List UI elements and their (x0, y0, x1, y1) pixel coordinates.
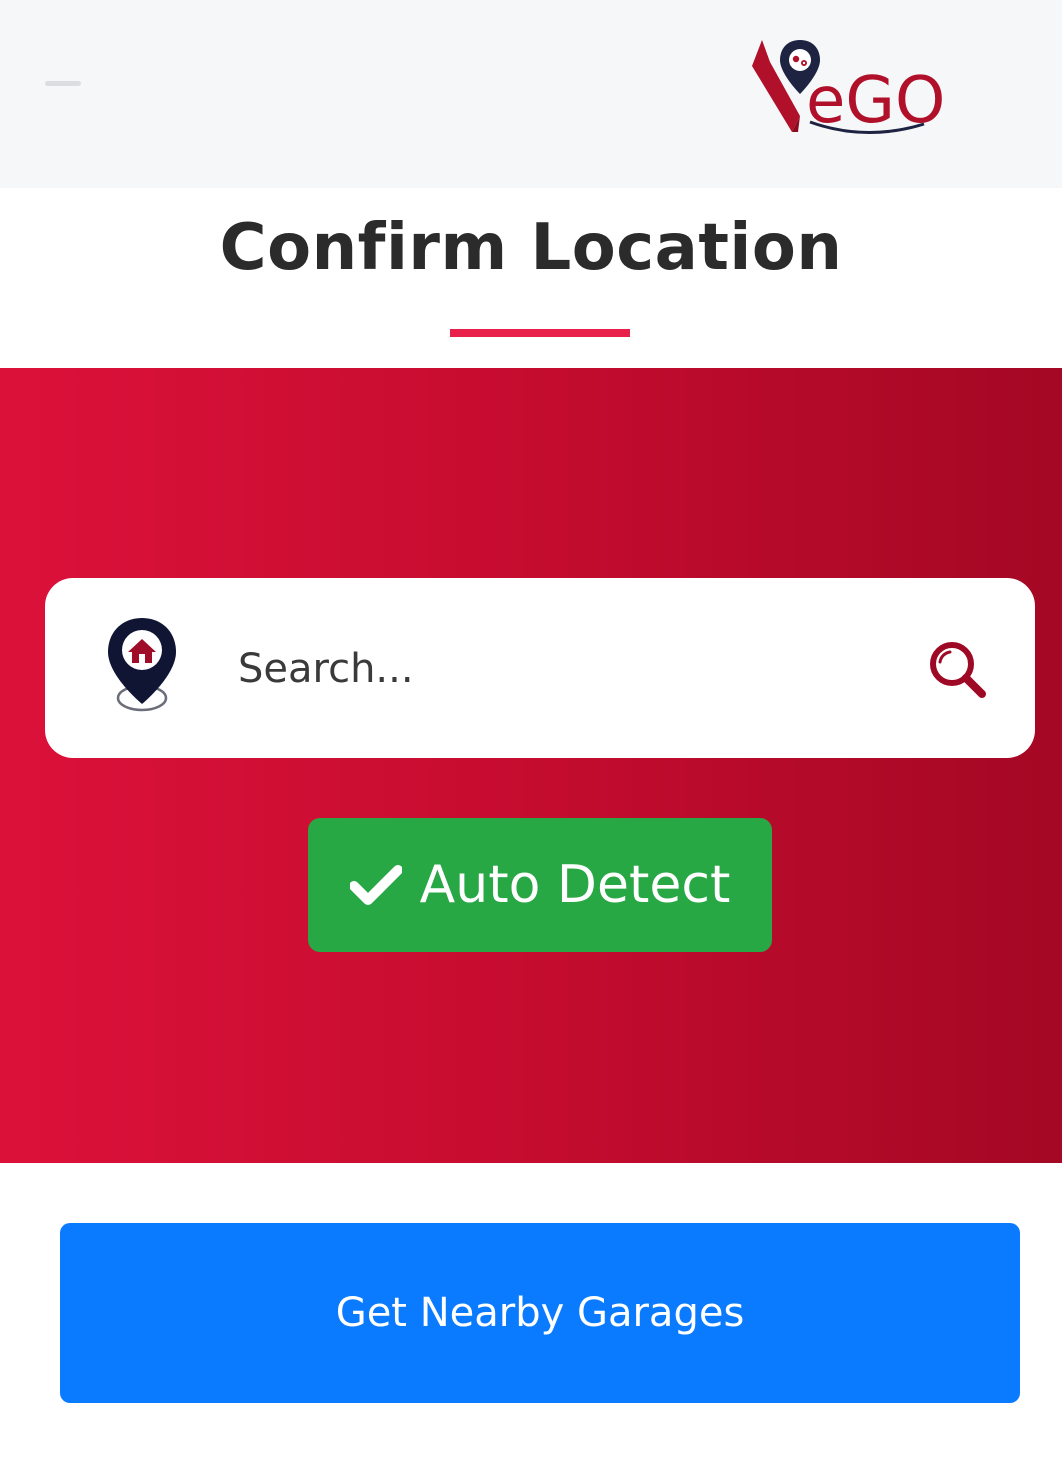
search-input[interactable] (238, 630, 878, 708)
hamburger-icon (45, 81, 81, 86)
check-icon (349, 865, 402, 905)
home-location-pin-icon (98, 614, 186, 724)
page-title: Confirm Location (219, 211, 843, 285)
garage-pin-logo: eGO (752, 40, 945, 138)
auto-detect-button[interactable]: Auto Detect (308, 818, 772, 952)
get-nearby-garages-button[interactable]: Get Nearby Garages (60, 1223, 1020, 1403)
menu-toggle-button[interactable] (30, 60, 96, 108)
search-icon[interactable] (926, 638, 990, 702)
location-hero: Auto Detect (0, 368, 1062, 1163)
title-section: Confirm Location (0, 188, 1062, 368)
app-header: eGO (0, 0, 1062, 188)
brand-logo[interactable]: eGO (748, 36, 984, 140)
auto-detect-label: Auto Detect (419, 855, 731, 915)
title-underline (450, 329, 630, 337)
